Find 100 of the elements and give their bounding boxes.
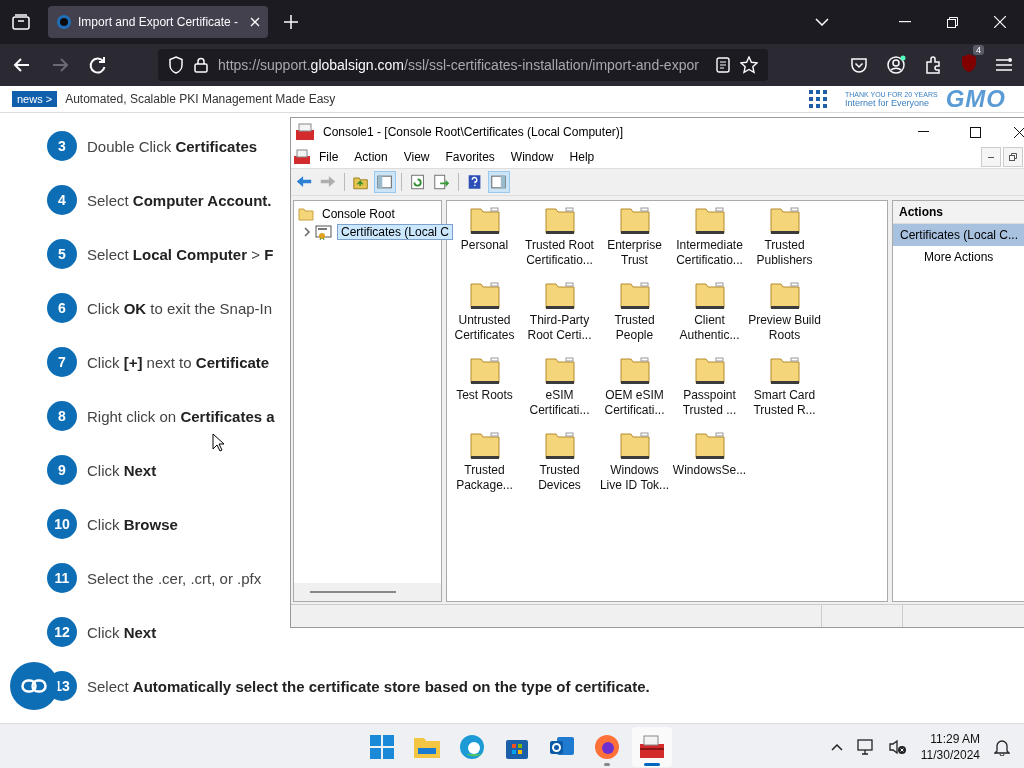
step-number: 11 (47, 563, 77, 593)
folder-icon (618, 280, 651, 310)
store-label[interactable]: Smart Card Trusted R... (753, 388, 816, 418)
step-text: Double Click Certificates (87, 137, 258, 155)
action-group-header[interactable]: Certificates (Local C... (893, 224, 1024, 246)
folder-icon (693, 205, 726, 235)
address-bar[interactable]: https://support.globalsign.com/ssl/ssl-certificates-installation/import-and-expor (158, 49, 768, 81)
store-label[interactable]: WindowsSe... (672, 463, 747, 478)
tree-item[interactable]: Console Root (318, 206, 399, 222)
step-text: Click [+] next to Certificate (87, 353, 270, 371)
logo-text: GMO (945, 85, 1006, 113)
store-label[interactable]: Trusted Devices (538, 463, 581, 493)
step-number: 6 (47, 293, 77, 323)
window-title: Console1 - [Console Root\Certificates (Local Computer)] (323, 125, 625, 139)
store-label[interactable]: Test Roots (456, 388, 513, 403)
news-tag[interactable]: news > (12, 91, 58, 107)
store-label[interactable]: Preview Build Roots (748, 313, 821, 343)
store-label[interactable]: Trusted Publishers (756, 238, 813, 268)
step-text: Select the .cer, .crt, or .pfx (87, 569, 262, 587)
store-label[interactable]: Client Authentic... (679, 313, 740, 343)
refresh-icon (409, 173, 427, 191)
folder-icon (468, 205, 501, 235)
store-label[interactable]: Intermediate Certificatio... (676, 238, 743, 268)
store-label[interactable]: Untrusted Certificates (454, 313, 515, 343)
minimize-icon[interactable] (899, 21, 911, 23)
expand-chevron-icon[interactable] (302, 226, 312, 238)
store-label[interactable]: Trusted Root Certificatio... (525, 238, 594, 268)
folder-icon (468, 430, 501, 460)
step-number: 12 (47, 617, 77, 647)
bell-icon[interactable] (994, 738, 1010, 756)
browser-tab[interactable]: Import and Export Certificate - (48, 6, 268, 38)
step-number: 7 (47, 347, 77, 377)
menu-item[interactable]: View (395, 150, 438, 164)
menu-item[interactable]: File (311, 150, 347, 164)
step-number: 5 (47, 239, 77, 269)
clock-date[interactable]: 11/30/2024 (920, 747, 980, 763)
step-text: Click Next (87, 623, 157, 641)
tree-panel-icon (376, 173, 394, 191)
restore-button[interactable] (1003, 147, 1023, 167)
folder-icon (468, 280, 501, 310)
puzzle-icon[interactable] (924, 56, 942, 74)
folder-icon (768, 280, 801, 310)
store-label[interactable]: Personal (460, 238, 509, 253)
step-text: Right click on Certificates a (87, 407, 275, 425)
chat-button[interactable] (10, 662, 58, 710)
step-number: 4 (47, 185, 77, 215)
folder-icon (298, 207, 314, 221)
chevron-down-icon[interactable] (815, 18, 829, 26)
store-label[interactable]: OEM eSIM Certificati... (604, 388, 665, 418)
tree-item[interactable]: Certificates (Local C (337, 224, 454, 240)
toolbox-icon[interactable] (632, 727, 672, 767)
minimize-icon[interactable] (917, 131, 929, 133)
network-icon[interactable] (856, 739, 875, 755)
folder-icon (543, 430, 576, 460)
store-label[interactable]: Trusted Package... (456, 463, 513, 493)
maximize-icon[interactable] (969, 126, 981, 138)
store-label[interactable]: Windows Live ID Tok... (599, 463, 670, 493)
toolbox-icon (295, 123, 315, 141)
step-text: Click Browse (87, 515, 178, 533)
step-text: Click Next (87, 461, 157, 479)
news-headline[interactable]: Automated, Scalable PKI Management Made Easy (65, 92, 801, 106)
action-link[interactable]: More Actions (893, 246, 1024, 268)
folder-icon (618, 430, 651, 460)
menu-item[interactable]: Action (346, 150, 396, 164)
step-number: 8 (47, 401, 77, 431)
menu-icon[interactable] (996, 58, 1012, 72)
menu-item[interactable]: Help (561, 150, 603, 164)
store-label[interactable]: Trusted People (614, 313, 655, 343)
new-tab-icon[interactable] (284, 15, 298, 29)
restore-icon[interactable] (947, 16, 958, 28)
speaker-muted-icon[interactable] (888, 739, 907, 755)
tab-list-icon[interactable] (12, 14, 30, 30)
account-icon[interactable] (886, 55, 906, 75)
step-number: 3 (47, 131, 77, 161)
chevron-up-icon[interactable] (830, 743, 843, 751)
store-label[interactable]: Enterprise Trust (607, 238, 662, 268)
close-icon[interactable] (1014, 126, 1024, 138)
folder-icon (543, 280, 576, 310)
clock-time[interactable]: 11:29 AM (930, 731, 980, 747)
app-grid-icon[interactable] (808, 90, 827, 108)
step-text: Click OK to exit the Snap-In (87, 299, 273, 317)
scrollbar-thumb[interactable] (310, 591, 396, 593)
mouse-cursor-icon (212, 433, 224, 452)
console-tree-toggle[interactable] (374, 171, 396, 193)
action-pane-toggle[interactable] (488, 171, 510, 193)
pocket-icon[interactable] (850, 56, 868, 74)
step-number: 10 (47, 509, 77, 539)
side-panel-icon (490, 173, 508, 191)
reload-icon[interactable] (88, 55, 108, 75)
menu-item[interactable]: Window (502, 150, 562, 164)
step-text: Select Computer Account. (87, 191, 272, 209)
store-label[interactable]: Passpoint Trusted ... (682, 388, 737, 418)
store-label[interactable]: eSIM Certificati... (529, 388, 590, 418)
folder-icon (618, 355, 651, 385)
menu-item[interactable]: Favorites (437, 150, 503, 164)
minimize-icon (988, 156, 994, 158)
folder-icon (768, 205, 801, 235)
step-text: Select Automatically select the certificate store based on the type of certificate. (87, 677, 650, 695)
folder-icon (543, 355, 576, 385)
store-label[interactable]: Third-Party Root Certi... (527, 313, 592, 343)
